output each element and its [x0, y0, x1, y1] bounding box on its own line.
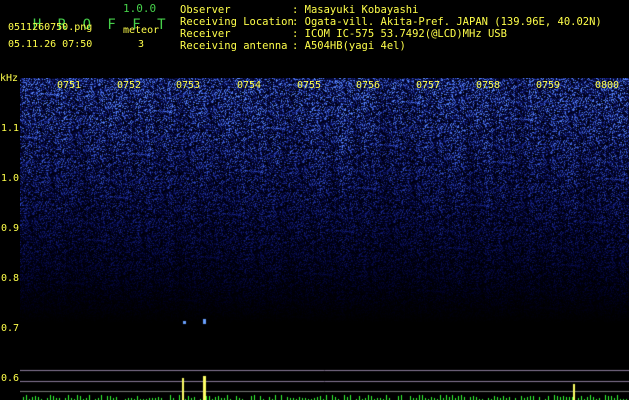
freq-label-1-0: 1.0: [1, 173, 20, 184]
date-time: 05.11.26 07:50: [8, 39, 93, 50]
frequency-unit-label: kHz: [0, 73, 19, 84]
time-label-0758: 0758: [476, 80, 501, 91]
time-label-0753: 0753: [176, 80, 201, 91]
meteor-label: meteor: [123, 25, 160, 36]
meteor-count: 3: [138, 39, 145, 50]
app-version: 1.0.0: [123, 2, 157, 15]
freq-label-0-6: 0.6: [1, 373, 20, 384]
freq-label-1-1: 1.1: [1, 123, 20, 134]
time-label-0757: 0757: [416, 80, 441, 91]
freq-label-0-8: 0.8: [1, 273, 20, 284]
spectrogram-canvas: [20, 78, 629, 400]
info-value-antenna: : A504HB(yagi 4el): [292, 40, 406, 52]
info-label-receiver: Receiver: [180, 28, 231, 40]
info-label-location: Receiving Location: [180, 16, 294, 28]
info-value-observer: : Masayuki Kobayashi: [292, 4, 419, 16]
info-label-antenna: Receiving antenna: [180, 40, 288, 52]
time-label-0759: 0759: [536, 80, 561, 91]
time-label-0756: 0756: [356, 80, 381, 91]
time-label-0751: 0751: [57, 80, 82, 91]
info-value-location: : Ogata-vill. Akita-Pref. JAPAN (139.96E…: [292, 16, 602, 28]
info-value-receiver: : ICOM IC-575 53.7492(@LCD)MHz USB: [292, 28, 507, 40]
time-label-0752: 0752: [117, 80, 142, 91]
time-label-0755: 0755: [297, 80, 322, 91]
freq-label-0-9: 0.9: [1, 223, 20, 234]
time-label-0800: 0800: [595, 80, 620, 91]
freq-label-0-7: 0.7: [1, 323, 20, 334]
time-label-0754: 0754: [237, 80, 262, 91]
info-label-observer: Observer: [180, 4, 231, 16]
file-name: 0511260750.png: [8, 22, 93, 33]
